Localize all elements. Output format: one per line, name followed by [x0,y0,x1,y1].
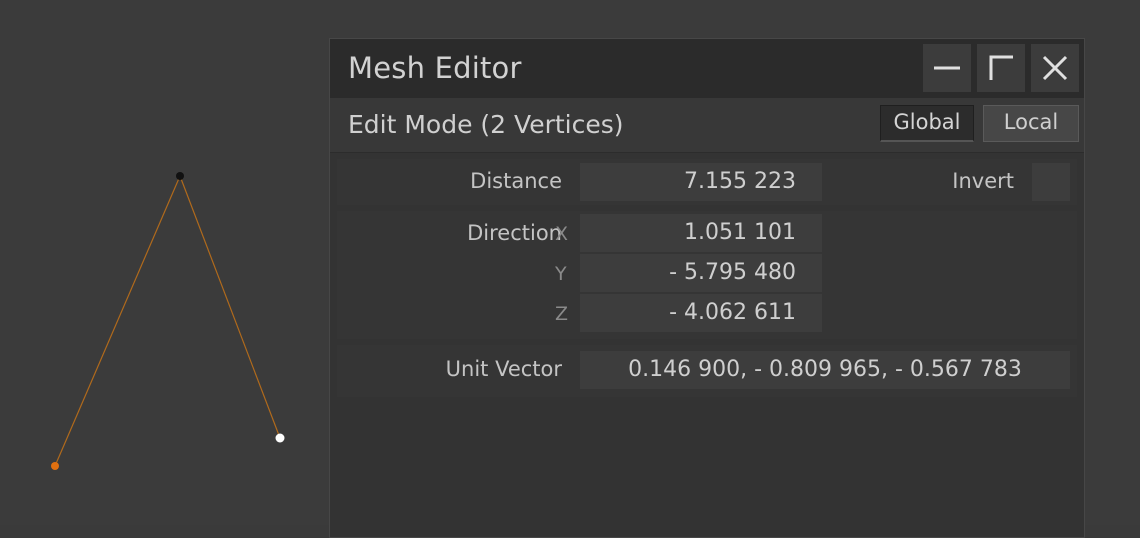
minimize-icon [934,66,960,70]
invert-checkbox[interactable] [1032,163,1070,201]
window-title: Mesh Editor [348,51,522,85]
mesh-editor-panel: Mesh Editor Edit Mode (2 Vertices) Globa… [329,38,1085,538]
properties-body: Distance 7.155 223 Invert Direction X 1.… [337,154,1077,534]
z-axis-label: Z [555,303,569,325]
unit-vector-row: Unit Vector 0.146 900, - 0.809 965, - 0.… [337,345,1077,397]
title-bar[interactable]: Mesh Editor [330,39,1084,98]
direction-y-field[interactable]: - 5.795 480 [580,254,822,292]
edge-right [179,175,281,439]
maximize-button[interactable] [977,44,1025,92]
y-axis-label: Y [555,263,567,285]
vertex-active[interactable] [51,462,59,470]
direction-label: Direction [467,221,562,245]
direction-block: Direction X 1.051 101 Y - 5.795 480 Z - … [337,211,1077,339]
x-axis-label: X [555,223,569,245]
direction-z-field[interactable]: - 4.062 611 [580,294,822,332]
unit-vector-label: Unit Vector [445,357,562,381]
global-toggle[interactable]: Global [880,105,974,142]
unit-vector-field[interactable]: 0.146 900, - 0.809 965, - 0.567 783 [580,351,1070,389]
mode-title: Edit Mode (2 Vertices) [348,110,624,139]
mode-bar: Edit Mode (2 Vertices) Global Local [330,98,1084,153]
distance-field[interactable]: 7.155 223 [580,163,822,201]
maximize-icon [989,55,1013,80]
distance-label: Distance [470,169,562,193]
distance-row: Distance 7.155 223 Invert [337,159,1077,205]
minimize-button[interactable] [923,44,971,92]
local-toggle[interactable]: Local [983,105,1079,142]
close-icon [1042,55,1068,81]
vertex-selected[interactable] [275,433,285,443]
close-button[interactable] [1031,44,1079,92]
direction-x-field[interactable]: 1.051 101 [580,214,822,252]
invert-label: Invert [952,169,1014,193]
edge-left [54,175,181,467]
vertex-top[interactable] [176,172,184,180]
